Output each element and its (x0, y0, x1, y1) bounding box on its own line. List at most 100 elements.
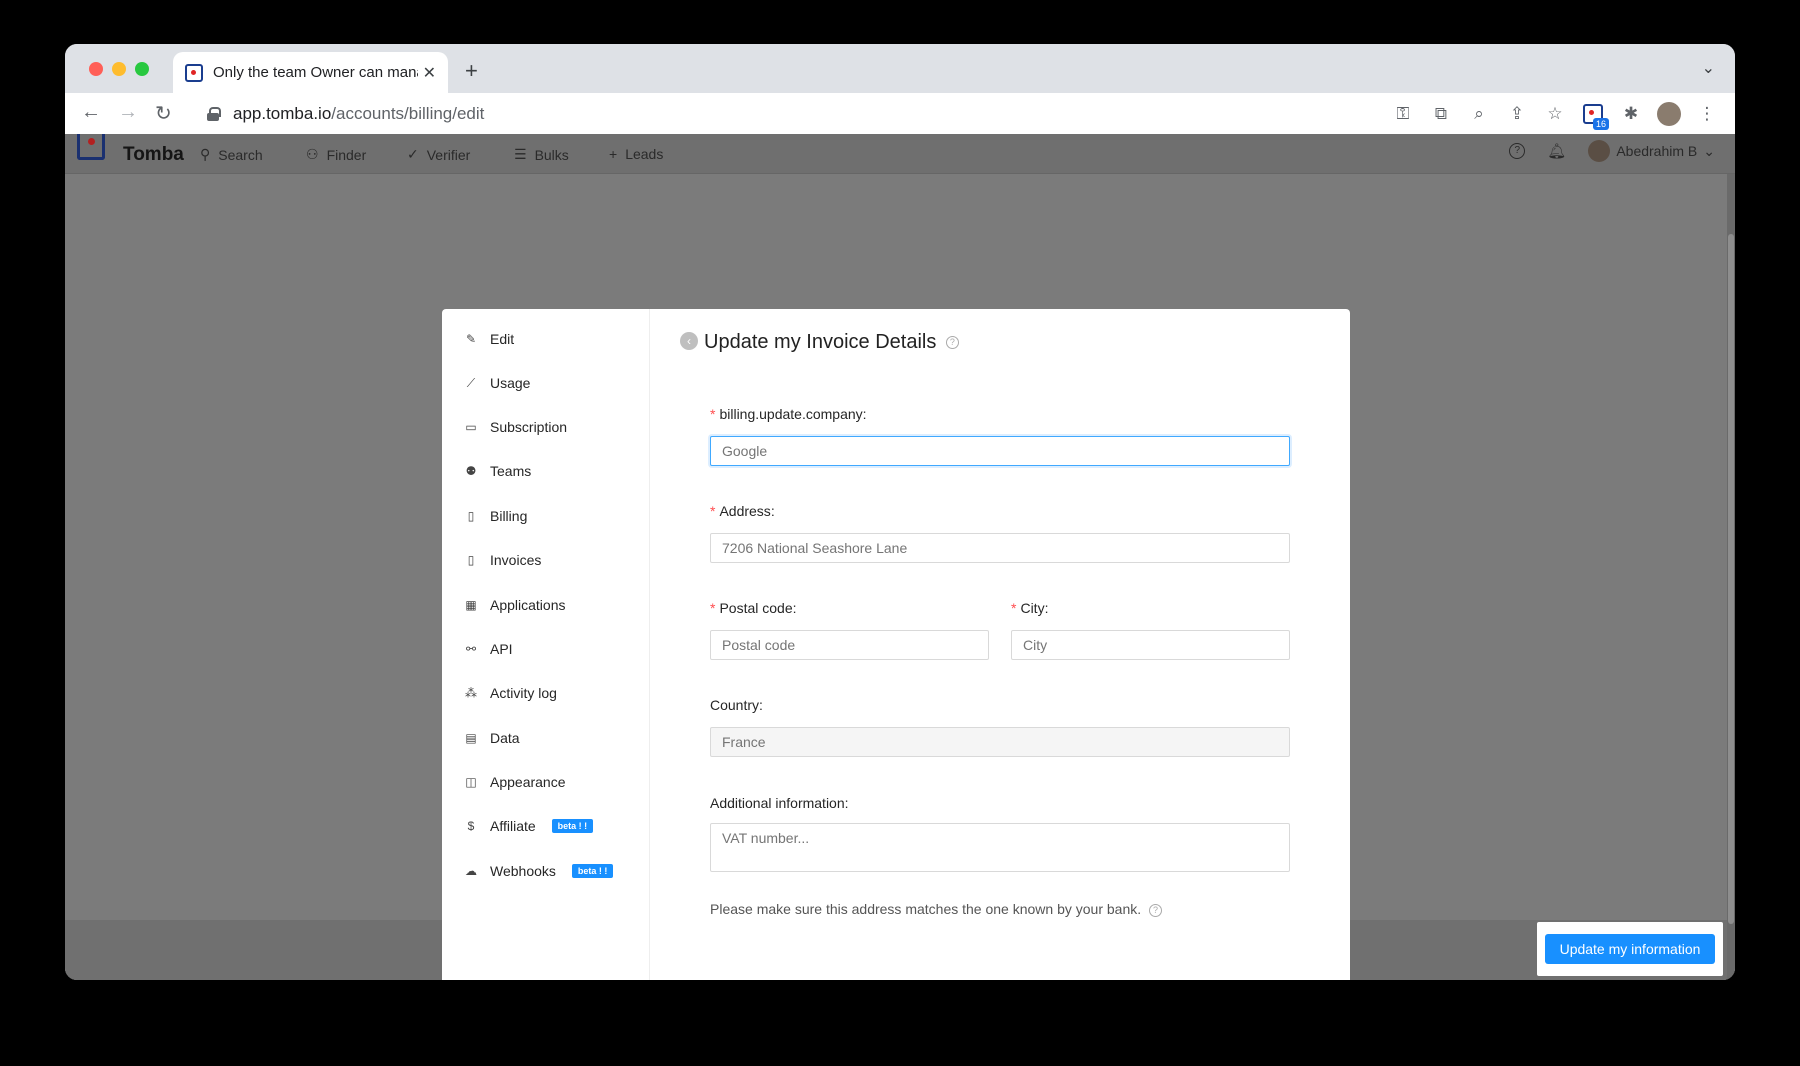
share-icon[interactable]: ⇪ (1505, 102, 1529, 126)
sidebar-item-appearance[interactable]: ◫ Appearance (464, 774, 565, 790)
header-right: ? 🔔︎ Abedrahim B ⌄ (1509, 140, 1715, 162)
apps-icon: ▦ (465, 598, 477, 612)
edit-icon: ✎ (465, 332, 477, 346)
new-tab-button[interactable]: + (465, 58, 478, 84)
key-icon[interactable]: ⚿ (1391, 102, 1415, 126)
layout-icon: ◫ (465, 775, 477, 789)
sidebar-item-subscription[interactable]: ▭ Subscription (464, 419, 567, 435)
cluster-icon: ⁂ (465, 686, 477, 700)
country-label: Country: (710, 697, 763, 713)
minimize-window-button[interactable] (112, 62, 126, 76)
web-page: Tomba ⚲ Search ⚇ Finder ✓ Verifier ☰ Bul… (65, 134, 1735, 980)
page-title: Update my Invoice Details ? (704, 331, 959, 354)
lock-icon[interactable] (207, 107, 221, 121)
url-text: app.tomba.io/accounts/billing/edit (233, 104, 485, 123)
browser-toolbar: ← → ↻ app.tomba.io/accounts/billing/edit… (65, 93, 1735, 134)
forward-icon[interactable]: → (118, 101, 138, 124)
tomba-logo-icon[interactable] (77, 134, 105, 160)
tomba-extension-icon[interactable]: 16 (1581, 102, 1609, 130)
open-external-icon[interactable]: ⧉ (1429, 102, 1453, 126)
profile-avatar[interactable] (1657, 101, 1681, 126)
close-window-button[interactable] (89, 62, 103, 76)
toolbar-icons: ⚿ ⧉ ⌕ ⇪ ☆ 16 ✱ ⋮ (1391, 93, 1719, 134)
dollar-icon: $ (467, 819, 475, 833)
city-input[interactable] (1011, 630, 1290, 660)
nav-verifier[interactable]: ✓ Verifier (407, 146, 470, 163)
check-icon: ✓ (407, 146, 419, 162)
bell-icon[interactable]: 🔔︎ (1547, 142, 1566, 160)
cloud-icon: ☁ (465, 864, 477, 878)
reload-icon[interactable]: ↻ (155, 101, 172, 126)
database-icon: ▤ (465, 731, 477, 745)
sidebar-item-teams[interactable]: ⚉ Teams (464, 463, 532, 479)
app-header: Tomba ⚲ Search ⚇ Finder ✓ Verifier ☰ Bul… (65, 134, 1735, 174)
avatar (1588, 140, 1611, 162)
person-icon: ⚇ (306, 146, 319, 162)
plus-icon: + (609, 146, 618, 162)
back-icon[interactable]: ← (81, 101, 101, 124)
search-icon: ⚲ (200, 146, 211, 162)
sidebar-item-applications[interactable]: ▦ Applications (464, 597, 565, 613)
back-arrow-icon[interactable]: ‹ (680, 332, 698, 350)
company-input[interactable] (710, 436, 1290, 466)
team-icon: ⚉ (465, 464, 477, 478)
kebab-menu-icon[interactable]: ⋮ (1695, 102, 1719, 126)
extension-badge-count: 16 (1592, 117, 1609, 130)
address-input[interactable] (710, 533, 1290, 563)
scrollbar-thumb[interactable] (1728, 234, 1734, 924)
tomba-favicon-icon (185, 63, 203, 82)
sidebar-item-webhooks[interactable]: ☁ Webhooks beta ! ! (464, 863, 614, 879)
beta-badge: beta ! ! (551, 819, 594, 833)
sidebar-item-api[interactable]: ⚯ API (464, 641, 513, 657)
tab-title: Only the team Owner can manage (213, 64, 418, 81)
puzzle-extensions-icon[interactable]: ✱ (1619, 102, 1643, 126)
sidebar-item-usage[interactable]: ⟋ Usage (464, 375, 531, 391)
city-label: * City: (1011, 600, 1049, 616)
company-label: * billing.update.company: (710, 406, 867, 422)
sidebar-item-invoices[interactable]: ▯ Invoices (464, 552, 542, 568)
list-icon: ☰ (514, 146, 527, 162)
postal-code-label: * Postal code: (710, 600, 797, 616)
sidebar-item-affiliate[interactable]: $ Affiliate beta ! ! (464, 818, 594, 834)
address-bar[interactable]: app.tomba.io/accounts/billing/edit (193, 98, 1493, 130)
additional-info-label: Additional information: (710, 795, 849, 811)
postal-code-input[interactable] (710, 630, 989, 660)
tab-close-icon[interactable]: ✕ (423, 63, 436, 83)
browser-window: Only the team Owner can manage ✕ + ⌄ ← →… (65, 44, 1735, 980)
sidebar-item-edit[interactable]: ✎ Edit (464, 331, 514, 347)
maximize-window-button[interactable] (135, 62, 149, 76)
help-icon[interactable]: ? (1509, 143, 1526, 159)
api-icon: ⚯ (465, 642, 477, 656)
tab-search-chevron-icon[interactable]: ⌄ (1702, 58, 1715, 78)
document-icon: ▯ (467, 553, 475, 567)
bank-address-note: Please make sure this address matches th… (710, 901, 1163, 917)
user-name: Abedrahim B (1616, 143, 1698, 159)
bookmark-star-icon[interactable]: ☆ (1543, 102, 1567, 126)
additional-info-textarea[interactable] (710, 823, 1290, 872)
tab-bar: Only the team Owner can manage ✕ + ⌄ (65, 44, 1735, 93)
zoom-icon[interactable]: ⌕ (1467, 102, 1491, 126)
chart-line-icon: ⟋ (466, 375, 476, 390)
nav-leads[interactable]: + Leads (609, 146, 663, 162)
sidebar-item-data[interactable]: ▤ Data (464, 730, 519, 746)
address-label: * Address: (710, 503, 775, 519)
settings-sidebar: ✎ Edit ⟋ Usage ▭ Subscription ⚉ Teams ▯ (442, 309, 650, 980)
country-input[interactable] (710, 727, 1290, 757)
sidebar-item-activity-log[interactable]: ⁂ Activity log (464, 685, 557, 701)
browser-tab[interactable]: Only the team Owner can manage ✕ (173, 52, 448, 93)
update-information-button[interactable]: Update my information (1544, 934, 1716, 964)
user-menu[interactable]: Abedrahim B ⌄ (1588, 140, 1715, 162)
billing-modal: ✎ Edit ⟋ Usage ▭ Subscription ⚉ Teams ▯ (442, 309, 1350, 980)
file-icon: ▯ (467, 509, 475, 523)
chevron-down-icon: ⌄ (1703, 142, 1715, 159)
update-button-container: Update my information (1537, 922, 1723, 976)
nav-finder[interactable]: ⚇ Finder (306, 146, 366, 163)
question-icon[interactable]: ? (945, 336, 959, 350)
question-icon[interactable]: ? (1149, 903, 1163, 917)
scrollbar[interactable] (1727, 174, 1735, 980)
card-icon: ▭ (465, 420, 477, 434)
nav-bulks[interactable]: ☰ Bulks (514, 146, 569, 163)
sidebar-item-billing[interactable]: ▯ Billing (464, 508, 528, 524)
brand-name[interactable]: Tomba (123, 144, 184, 166)
nav-search[interactable]: ⚲ Search (200, 146, 263, 163)
